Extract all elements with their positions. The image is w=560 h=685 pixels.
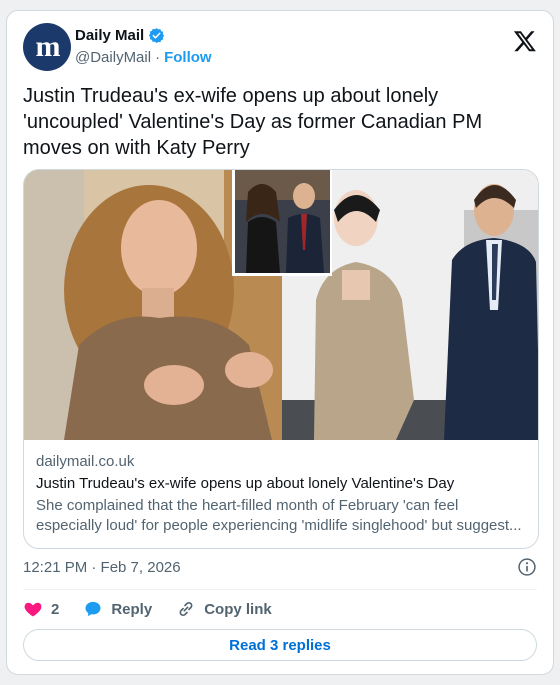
- follow-button[interactable]: Follow: [164, 49, 212, 66]
- link-preview-image: [24, 170, 538, 440]
- link-title: Justin Trudeau's ex-wife opens up about …: [36, 475, 455, 492]
- link-domain: dailymail.co.uk: [36, 453, 135, 470]
- post-text: Justin Trudeau's ex-wife opens up about …: [23, 85, 483, 159]
- x-logo-icon[interactable]: [513, 29, 537, 53]
- author-handle-row: @DailyMail · Follow: [75, 49, 212, 66]
- timestamp-row: 12:21 PM · Feb 7, 2026: [23, 557, 537, 577]
- reply-button[interactable]: Reply: [83, 599, 152, 619]
- reply-label: Reply: [111, 600, 153, 618]
- author-display-name[interactable]: Daily Mail: [75, 27, 144, 44]
- like-button[interactable]: 2: [23, 599, 59, 619]
- divider: [23, 589, 537, 590]
- author-handle[interactable]: @DailyMail: [75, 49, 151, 66]
- link-preview-meta: dailymail.co.uk Justin Trudeau's ex-wife…: [36, 452, 526, 536]
- copy-link-label: Copy link: [204, 600, 272, 618]
- embedded-post-card: m Daily Mail @DailyMail · Follow Justin …: [6, 10, 554, 675]
- heart-icon: [24, 602, 42, 617]
- action-bar: 2 Reply Copy link: [23, 597, 296, 621]
- link-description: She complained that the heart-filled mon…: [36, 496, 526, 536]
- author-name-row: Daily Mail: [75, 27, 165, 44]
- link-icon: [179, 601, 193, 617]
- avatar[interactable]: m: [23, 23, 71, 71]
- link-description-line-2: especially loud' for people experiencing…: [36, 517, 522, 534]
- verified-badge-icon: [149, 28, 165, 43]
- like-count: 2: [51, 600, 60, 618]
- info-icon[interactable]: [517, 557, 537, 577]
- read-replies-button[interactable]: Read 3 replies: [23, 629, 537, 661]
- link-preview-card[interactable]: dailymail.co.uk Justin Trudeau's ex-wife…: [23, 169, 539, 549]
- handle-separator: ·: [155, 49, 161, 66]
- speech-bubble-icon: [85, 601, 101, 617]
- post-timestamp[interactable]: 12:21 PM · Feb 7, 2026: [23, 559, 181, 576]
- post-header: m Daily Mail @DailyMail · Follow: [23, 23, 537, 75]
- copy-link-button[interactable]: Copy link: [176, 599, 272, 619]
- link-description-line-1: She complained that the heart-filled mon…: [36, 497, 459, 514]
